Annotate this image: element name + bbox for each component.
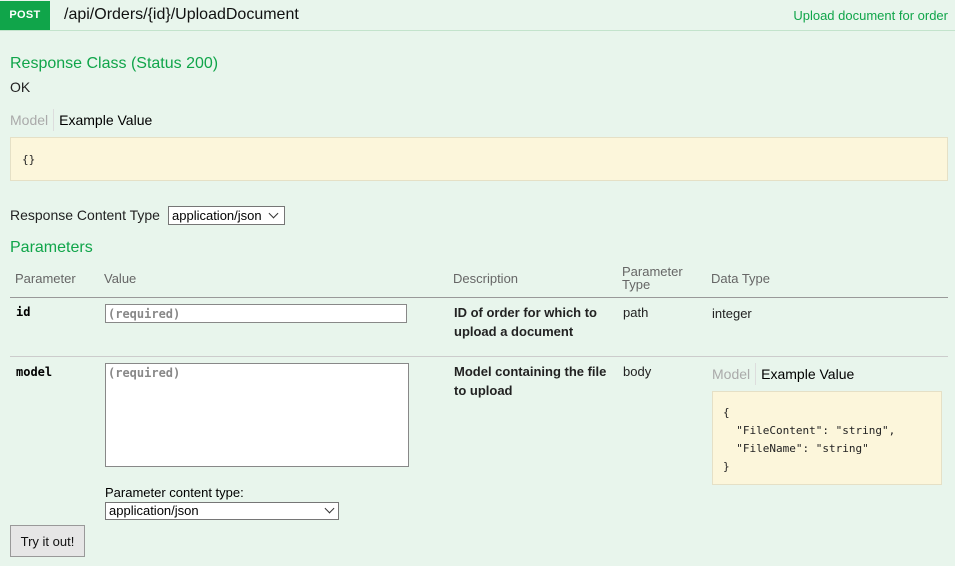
tab-model[interactable]: Model — [10, 112, 53, 128]
col-header-value: Value — [104, 271, 137, 286]
param-model-type: body — [623, 364, 652, 379]
param-model-description: Model containing the file to upload — [454, 364, 607, 398]
example-line: "FileContent": "string", — [723, 424, 896, 437]
parameters-heading: Parameters — [10, 239, 93, 256]
response-example-snippet[interactable]: {} — [10, 137, 948, 181]
http-method-badge: POST — [0, 1, 50, 30]
param-content-type-value: application/json — [109, 503, 199, 518]
tab-divider — [755, 363, 757, 385]
response-status-text: OK — [10, 79, 31, 95]
response-class-heading: Response Class (Status 200) — [10, 55, 219, 72]
param-name-id: id — [16, 305, 31, 319]
table-row-divider — [10, 356, 948, 357]
try-it-out-button[interactable]: Try it out! — [10, 525, 85, 557]
param-model-textarea[interactable] — [105, 363, 409, 467]
param-content-type-label: Parameter content type: — [105, 485, 244, 500]
param-name-model: model — [16, 365, 53, 379]
response-content-type-select[interactable]: application/json — [168, 206, 285, 225]
table-header-divider — [10, 297, 948, 298]
param-id-type: path — [623, 305, 649, 320]
col-header-description: Description — [453, 271, 519, 286]
response-content-type-value: application/json — [172, 208, 262, 223]
operation-path[interactable]: /api/Orders/{id}/UploadDocument — [64, 6, 299, 24]
param-content-type-select[interactable]: application/json — [105, 502, 339, 520]
chevron-down-icon — [324, 503, 335, 514]
param-id-data-type: integer — [712, 306, 752, 321]
chevron-down-icon — [268, 208, 279, 219]
response-content-type-label: Response Content Type — [10, 207, 160, 223]
col-header-parameter: Parameter — [15, 271, 76, 286]
operation-header[interactable]: POST /api/Orders/{id}/UploadDocument Upl… — [0, 0, 955, 31]
tab-example-value[interactable]: Example Value — [59, 112, 152, 128]
col-header-parameter-type: Parameter Type — [622, 264, 683, 292]
param-id-input[interactable] — [105, 304, 407, 323]
param-model-signature-tabs: Model Example Value — [712, 363, 854, 385]
response-example-text: {} — [22, 153, 36, 166]
col-header-data-type: Data Type — [711, 271, 771, 286]
tab-model[interactable]: Model — [712, 366, 755, 382]
param-model-example-snippet[interactable]: { "FileContent": "string", "FileName": "… — [712, 391, 942, 485]
example-line: } — [723, 460, 730, 473]
tab-divider — [53, 109, 55, 131]
response-signature-tabs: Model Example Value — [10, 109, 152, 131]
param-id-description: ID of order for which to upload a docume… — [454, 305, 597, 339]
tab-example-value[interactable]: Example Value — [761, 366, 854, 382]
example-line: "FileName": "string" — [723, 442, 869, 455]
operation-summary[interactable]: Upload document for order — [793, 8, 948, 23]
example-line: { — [723, 406, 730, 419]
